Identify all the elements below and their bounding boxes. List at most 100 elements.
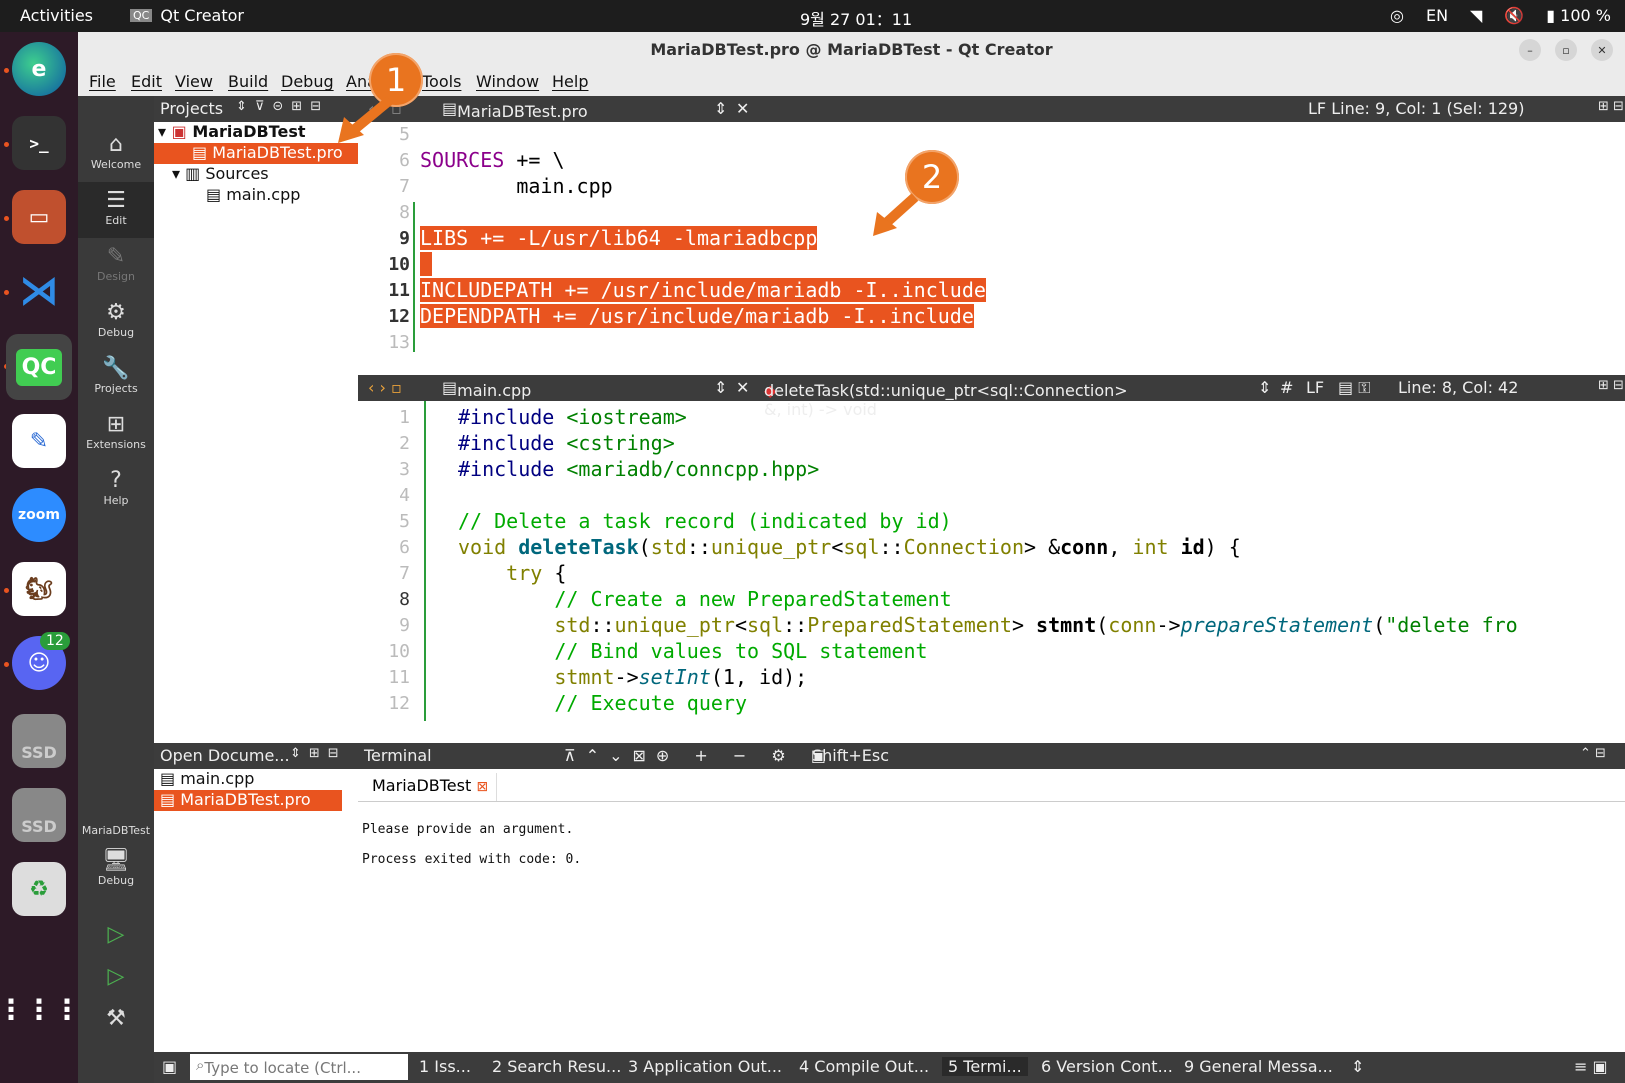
show-apps-icon[interactable]: ⋮⋮⋮ — [0, 982, 81, 1036]
trash-icon[interactable]: ♻ — [12, 862, 66, 916]
tree-item-main-cpp[interactable]: ▤ main.cpp — [154, 185, 358, 206]
mode-edit[interactable]: ☰ Edit — [78, 182, 154, 238]
scrapbook-icon[interactable]: 🐿 — [12, 562, 66, 616]
close-button[interactable]: ✕ — [1591, 39, 1613, 61]
progress-toggle-icon[interactable]: ≡ ▣ — [1574, 1057, 1608, 1076]
code-line-selected — [420, 252, 433, 276]
split-icons[interactable]: ⊞ ⊟ — [1598, 99, 1624, 114]
discord-tray-icon[interactable]: ◎ — [1390, 6, 1404, 25]
help-icon: ? — [110, 468, 122, 493]
editor-toolbar: ‹ › ▫ ▤ main.cpp ⇕ ✕ ◆ deleteTask(std::u… — [358, 375, 1625, 419]
open-doc-main-cpp[interactable]: ▤ main.cpp — [154, 769, 358, 790]
language-indicator[interactable]: EN — [1426, 6, 1448, 25]
terminal-title: Terminal — [364, 746, 432, 765]
close-file-button[interactable]: ✕ — [736, 99, 749, 118]
locator-input[interactable]: ⌕ Type to locate (Ctrl... — [190, 1054, 408, 1080]
cursor-position[interactable]: Line: 8, Col: 42 — [1398, 378, 1518, 397]
menu-file[interactable]: File — [89, 72, 116, 91]
kit-selector[interactable]: 🖥 Debug — [78, 842, 154, 898]
folder-icon: ▥ — [185, 164, 201, 183]
pane-terminal[interactable]: 5 Termi... — [942, 1057, 1028, 1076]
code-line: try { — [506, 561, 567, 585]
close-tab-icon[interactable]: ⊠ — [476, 779, 488, 795]
zoom-icon[interactable]: zoom — [12, 488, 66, 542]
file-combo[interactable]: ▤ MariaDBTest.pro — [442, 99, 588, 121]
menu-build[interactable]: Build — [228, 72, 268, 91]
file-combo[interactable]: ▤ main.cpp — [442, 378, 531, 400]
menu-view[interactable]: View — [175, 72, 213, 91]
menu-debug[interactable]: Debug — [281, 72, 334, 91]
text-editor-icon[interactable]: ✎ — [12, 414, 66, 468]
nav-arrows[interactable]: ‹ › ▫ — [368, 378, 402, 397]
code-area[interactable]: 5 6 SOURCES += \ 7 main.cpp 8 9 LIBS += … — [358, 122, 1625, 375]
mode-debug[interactable]: ⚙ Debug — [78, 294, 154, 350]
minimize-button[interactable]: – — [1519, 39, 1541, 61]
top-bar: Activities QC Qt Creator 9월 27 01：11 ◎ EN… — [0, 0, 1625, 32]
pro-file-icon: ▤ — [160, 790, 176, 809]
code-area[interactable]: 1 #include <iostream> 2 #include <cstrin… — [358, 401, 1625, 743]
open-doc-pro-file[interactable]: ▤ MariaDBTest.pro — [154, 790, 342, 811]
ssd-drive-icon[interactable]: SSD — [12, 714, 66, 768]
mode-welcome[interactable]: ⌂ Welcome — [78, 126, 154, 182]
menu-tools[interactable]: Tools — [422, 72, 461, 91]
bug-icon: ⚙ — [106, 300, 126, 325]
line-ending[interactable]: LF — [1306, 378, 1324, 397]
terminal-toolbar-icons[interactable]: ⊼⌃⌄⊠⊕ + − ⚙ ▣ — [564, 746, 836, 765]
pane-issues[interactable]: 1 Iss... — [419, 1057, 471, 1076]
terminal-output[interactable]: Please provide an argument. Process exit… — [362, 815, 581, 875]
mode-design[interactable]: ✎ Design — [78, 238, 154, 294]
menu-help[interactable]: Help — [552, 72, 588, 91]
mode-extensions[interactable]: ⊞ Extensions — [78, 406, 154, 462]
close-file-button[interactable]: ✕ — [736, 378, 749, 397]
pane-compile-output[interactable]: 4 Compile Out... — [799, 1057, 929, 1076]
panel-toolbar-icons[interactable]: ⇕⊽⊝⊞⊟ — [236, 99, 329, 114]
mode-help[interactable]: ? Help — [78, 462, 154, 518]
edge-icon[interactable]: e — [12, 42, 66, 96]
pane-general-messages[interactable]: 9 General Messa... — [1184, 1057, 1333, 1076]
ssd-drive-icon[interactable]: SSD — [12, 788, 66, 842]
split-icons[interactable]: ⊞ ⊟ — [1598, 378, 1624, 393]
symbol-combo-arrow[interactable]: ⇕ — [1258, 378, 1271, 397]
tree-item-project[interactable]: ▾ ▣ MariaDBTest — [154, 122, 358, 143]
terminal-icon[interactable]: >_ — [12, 116, 66, 170]
open-documents-title[interactable]: Open Docume... — [160, 746, 290, 765]
file-combo-arrow[interactable]: ⇕ — [714, 378, 727, 397]
activities-button[interactable]: Activities — [20, 6, 93, 25]
panel-toolbar-icons[interactable]: ⇕⊞⊟ — [290, 746, 347, 761]
pane-controls[interactable]: ⌃ ⊟ — [1580, 746, 1606, 761]
more-panes-arrow[interactable]: ⇕ — [1351, 1057, 1364, 1076]
clock[interactable]: 9월 27 01：11 — [800, 6, 912, 30]
qt-creator-icon[interactable]: QC — [6, 334, 72, 400]
mode-projects[interactable]: 🔧 Projects — [78, 350, 154, 406]
encoding-icons[interactable]: ▤ ⚿ — [1338, 378, 1370, 398]
file-combo-arrow[interactable]: ⇕ — [714, 99, 727, 118]
editor-main-cpp[interactable]: ‹ › ▫ ▤ main.cpp ⇕ ✕ ◆ deleteTask(std::u… — [358, 375, 1625, 743]
project-tree: ▾ ▣ MariaDBTest ▤ MariaDBTest.pro ▾ ▥ So… — [154, 122, 358, 206]
open-documents-list: ▤ main.cpp ▤ MariaDBTest.pro — [154, 769, 358, 811]
toggle-sidebar-icon[interactable]: ▣ — [162, 1057, 177, 1076]
active-app-menu[interactable]: QC Qt Creator — [130, 6, 244, 25]
cursor-position[interactable]: LF Line: 9, Col: 1 (Sel: 129) — [1308, 99, 1524, 118]
code-line: #include <iostream> — [458, 405, 687, 429]
pane-search-results[interactable]: 2 Search Resu... — [492, 1057, 621, 1076]
menu-edit[interactable]: Edit — [131, 72, 162, 91]
code-line: // Delete a task record (indicated by id… — [458, 509, 952, 533]
mode-selector: ⌂ Welcome ☰ Edit ✎ Design ⚙ Debug 🔧 Projects … — [78, 96, 154, 1083]
menu-window[interactable]: Window — [476, 72, 539, 91]
hash-indicator[interactable]: # — [1280, 378, 1293, 397]
code-line: main.cpp — [420, 174, 613, 198]
tree-item-sources[interactable]: ▾ ▥ Sources — [154, 164, 358, 185]
vscode-icon[interactable]: ⋊ — [12, 264, 66, 318]
qt-icon: QC — [130, 9, 153, 22]
pane-version-control[interactable]: 6 Version Cont... — [1041, 1057, 1173, 1076]
editor-pro-file[interactable]: ‹ › ▫ ▤ MariaDBTest.pro ⇕ ✕ LF Line: 9, … — [358, 96, 1625, 375]
tree-item-pro-file[interactable]: ▤ MariaDBTest.pro — [154, 143, 358, 164]
system-tray[interactable]: ◎ EN ◥ 🔇 ▮ 100 % — [1390, 6, 1611, 25]
files-icon[interactable]: ▭ — [12, 190, 66, 244]
build-button[interactable]: ⚒ — [78, 1000, 154, 1056]
terminal-tab[interactable]: MariaDBTest ⊠ — [364, 773, 498, 801]
wifi-icon: ◥ — [1470, 6, 1483, 25]
pane-application-output[interactable]: 3 Application Out... — [628, 1057, 782, 1076]
maximize-button[interactable]: ▫ — [1555, 39, 1577, 61]
projects-panel-title[interactable]: Projects — [160, 99, 223, 118]
